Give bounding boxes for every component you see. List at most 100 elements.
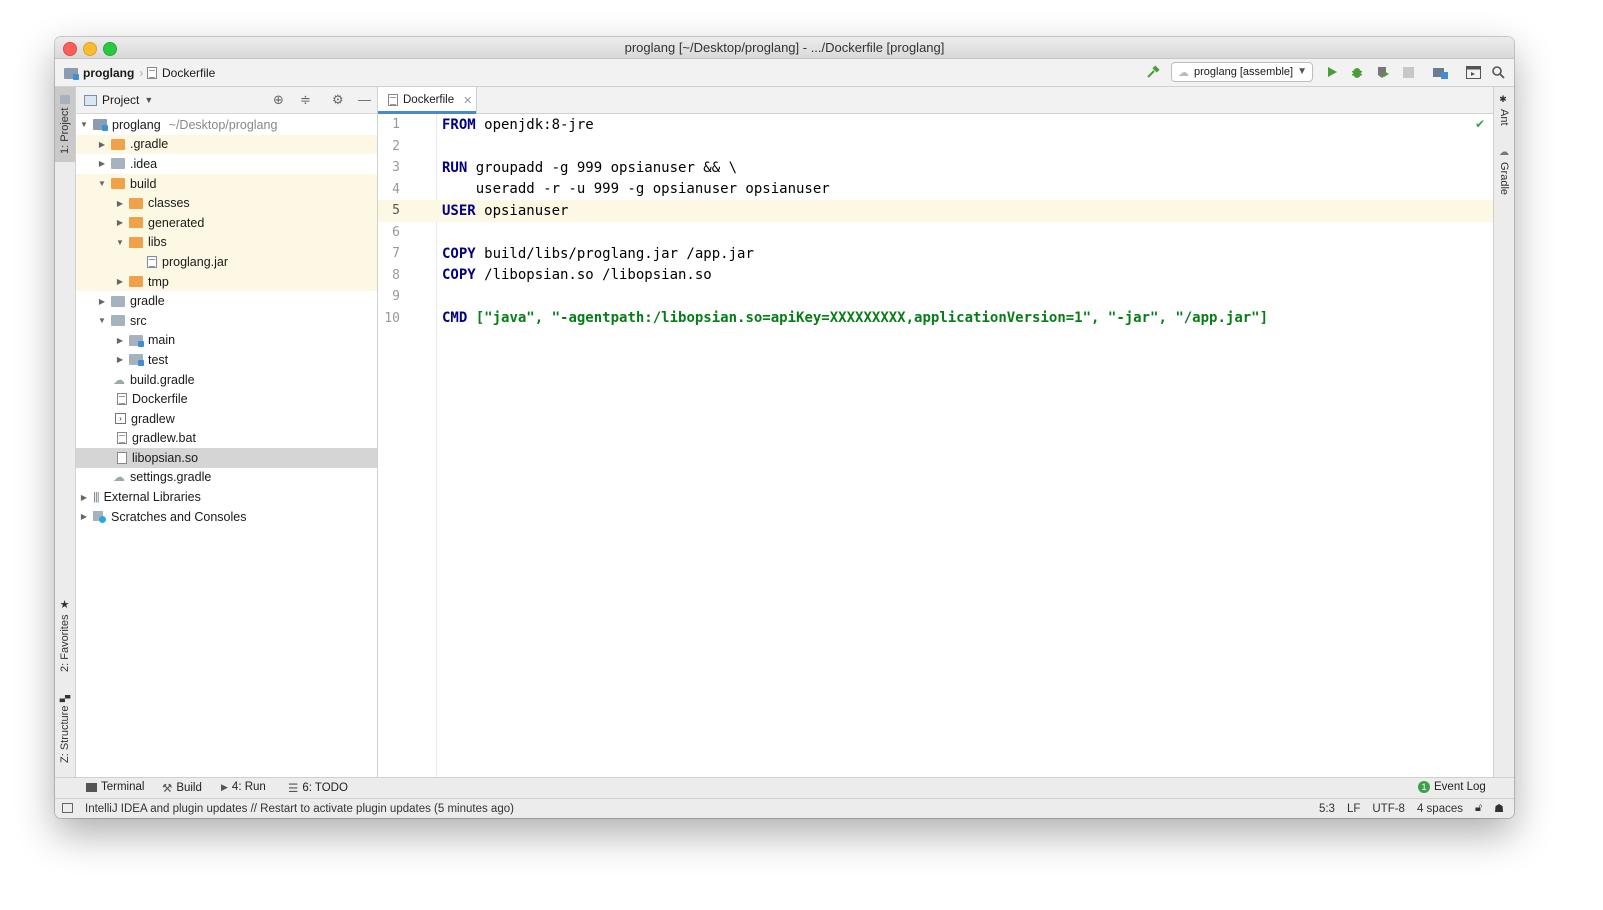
tree-item-label: Dockerfile [132,392,188,407]
run-configuration-label: proglang [assemble] [1194,66,1294,78]
collapsed-arrow-icon: ▶ [116,198,124,208]
tree-item-libopsian-so[interactable]: libopsian.so [76,448,377,468]
tool-tab-gradle-label: Gradle [1498,162,1510,196]
left-tool-stripe: 1: Project 2: Favorites ★ Z: Structure ▚ [55,87,76,777]
tree-item-settings-gradle[interactable]: ☁ settings.gradle [76,468,377,488]
code-plain: /libopsian.so /libopsian.so [475,267,712,284]
tree-item-gradle-dir[interactable]: ▶ .gradle [76,134,377,155]
lock-icon[interactable]: 🔓︎ [1475,802,1482,815]
tree-item-tmp[interactable]: ▶ tmp [76,271,377,292]
title-bar: proglang [~/Desktop/proglang] - .../Dock… [55,37,1514,59]
structure-icon: ▚ [60,694,70,702]
status-message[interactable]: IntelliJ IDEA and plugin updates // Rest… [85,803,514,815]
gradle-elephant-icon: ☁ [1498,147,1510,158]
line-number: 1 [392,117,400,133]
tree-item-label: .gradle [130,137,169,152]
tree-item-src[interactable]: ▼ src [76,311,377,331]
line-number: 8 [392,267,400,283]
tree-item-gradlew-bat[interactable]: gradlew.bat [76,429,377,449]
hide-panel-icon[interactable]: — [358,92,371,107]
gear-icon[interactable]: ⚙ [332,92,344,108]
tool-tab-gradle[interactable]: ☁ Gradle [1494,147,1514,197]
tree-item-label: build [130,176,157,191]
collapse-all-icon[interactable]: ≑ [300,92,311,108]
tool-tab-run[interactable]: ▶ 4: Run [221,781,266,793]
tool-tab-ant-label: Ant [1498,109,1510,126]
collapsed-arrow-icon: ▶ [116,277,124,287]
debug-icon[interactable] [1349,64,1365,80]
line-separator[interactable]: LF [1347,803,1360,815]
ide-window: proglang [~/Desktop/proglang] - .../Dock… [55,37,1514,818]
indent-setting[interactable]: 4 spaces [1417,803,1463,815]
tree-item-label: gradlew [131,411,175,426]
run-configuration-select[interactable]: ☁ proglang [assemble] ▼ [1171,62,1313,82]
folder-icon [111,158,125,170]
excluded-folder-icon [129,197,143,209]
gradle-elephant-icon: ☁ [113,372,125,387]
tree-item-build-gradle[interactable]: ☁ build.gradle [76,370,377,390]
tool-tab-run-label: 4: Run [231,781,266,793]
caret-position[interactable]: 5:3 [1319,803,1335,815]
editor-tab-dockerfile[interactable]: Dockerfile ✕ [378,87,477,114]
stop-icon[interactable] [1400,64,1416,80]
tree-item-generated[interactable]: ▶ generated [76,212,377,233]
code-keyword: RUN [442,159,468,176]
source-folder-icon [129,334,144,347]
inspector-icon[interactable]: ☗ [1494,802,1504,815]
collapsed-arrow-icon: ▶ [116,218,124,228]
bat-file-icon [117,432,127,445]
tree-item-gradle[interactable]: ▶ gradle [76,291,377,311]
code-line-current: 5 USER opsianuser [378,200,1493,222]
tool-tab-project[interactable]: 1: Project [55,87,75,162]
tool-tab-terminal[interactable]: Terminal [86,781,144,793]
chevron-down-icon: ▼ [1297,66,1307,77]
close-tab-icon[interactable]: ✕ [463,94,472,107]
tree-item-main[interactable]: ▶ main [76,331,377,351]
tool-tab-favorites[interactable]: 2: Favorites ★ [55,595,75,675]
tree-item-scratches[interactable]: ▶ Scratches and Consoles [76,507,377,527]
tool-tab-build[interactable]: ⚒ Build [162,781,202,795]
code-editor[interactable]: 1 FROM openjdk:8-jre 2 3 RUN groupadd -g 9… [378,114,1493,777]
breadcrumb-file[interactable]: Dockerfile [147,66,215,80]
tree-item-dockerfile[interactable]: Dockerfile [76,389,377,409]
run-icon[interactable] [1324,64,1340,80]
project-view-selector[interactable]: Project ▼ [84,93,153,107]
project-structure-icon[interactable] [1432,64,1448,80]
gradle-elephant-icon: ☁ [113,470,125,485]
tree-item-build[interactable]: ▼ build [76,173,377,194]
line-number: 9 [392,289,400,305]
code-plain: groupadd -g 999 opsianuser && \ [467,159,738,176]
tool-tab-event-log[interactable]: 1 Event Log [1418,781,1486,793]
build-hammer-icon[interactable] [1145,64,1161,80]
line-number: 7 [392,246,400,262]
tree-item-idea[interactable]: ▶ .idea [76,154,377,174]
navigation-bar: proglang › Dockerfile ☁ proglang [assemb… [55,59,1514,87]
tree-item-proglang[interactable]: ▼ proglang ~/Desktop/proglang [76,115,377,135]
line-number: 10 [384,310,400,326]
code-text: COPY /libopsian.so /libopsian.so [442,267,712,283]
collapsed-arrow-icon: ▶ [80,492,88,502]
presentation-mode-icon[interactable] [1465,64,1481,80]
tool-tab-structure[interactable]: Z: Structure ▚ [55,689,75,769]
breadcrumb-project[interactable]: proglang › [64,66,143,80]
search-everywhere-icon[interactable] [1490,64,1506,80]
collapsed-arrow-icon: ▶ [98,159,106,169]
tree-item-external-libraries[interactable]: ▶ ||| External Libraries [76,487,377,507]
project-view-icon [84,94,97,106]
tree-item-proglang-jar[interactable]: proglang.jar [76,252,377,272]
tree-item-test[interactable]: ▶ test [76,350,377,370]
tree-item-libs[interactable]: ▼ libs [76,232,377,253]
locate-file-icon[interactable]: ⊕ [273,92,284,108]
tree-item-gradlew[interactable]: › gradlew [76,409,377,429]
file-encoding[interactable]: UTF-8 [1372,803,1405,815]
code-text: COPY build/libs/proglang.jar /app.jar [442,246,754,262]
tool-tab-todo[interactable]: ☰ 6: TODO [288,781,348,795]
tree-item-classes[interactable]: ▶ classes [76,193,377,213]
code-keyword: CMD [442,310,468,327]
toggle-tool-windows-icon[interactable] [62,803,73,813]
inspection-ok-icon[interactable]: ✔ [1475,117,1485,131]
run-with-coverage-icon[interactable] [1375,64,1391,80]
tool-tab-ant[interactable]: ✱ Ant [1494,95,1514,131]
breadcrumb-separator-icon: › [139,66,144,80]
jar-file-icon [147,255,157,268]
